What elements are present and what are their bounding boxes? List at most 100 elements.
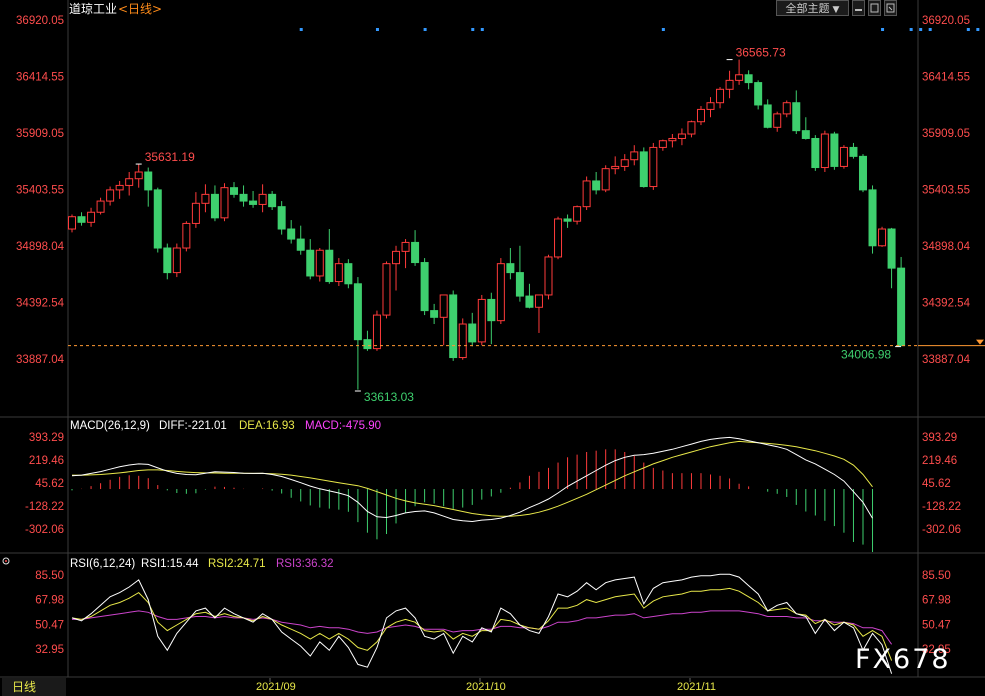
candle-body <box>163 247 172 274</box>
candle-body <box>849 146 858 157</box>
candle-body <box>230 187 239 195</box>
candle-body <box>525 295 534 308</box>
period-label[interactable]: <日线> <box>118 2 162 16</box>
macd-tick-left: -302.06 <box>25 524 64 536</box>
price-tick-right: 35909.05 <box>922 128 970 140</box>
candle-body <box>134 171 143 180</box>
period-tab[interactable]: 日线 <box>12 680 36 694</box>
candle-body <box>268 193 277 208</box>
candle-body <box>754 82 763 106</box>
candle-body <box>401 241 410 252</box>
macd-dea-line <box>71 440 873 517</box>
candle-body <box>830 133 839 167</box>
candle-body <box>744 74 753 84</box>
candle-body <box>801 130 810 139</box>
macd-legend-macd: MACD:-475.90 <box>305 420 381 432</box>
candle-body <box>601 168 610 191</box>
macd-tick-left: -128.22 <box>25 501 64 513</box>
candle-body <box>687 121 696 135</box>
price-tick-right: 33887.04 <box>922 354 971 366</box>
candle-body <box>458 323 467 359</box>
candle-body <box>735 74 744 81</box>
annotation-high: 36565.73 <box>736 46 786 60</box>
candle-body <box>706 102 715 110</box>
event-marker-dot <box>375 28 379 31</box>
candle-body <box>592 180 601 191</box>
candle-body <box>773 113 782 128</box>
x-axis-label-sep: 2021/09 <box>256 681 296 693</box>
candle-body <box>582 180 591 208</box>
candle-body <box>258 193 267 205</box>
candle-body <box>392 250 401 265</box>
candle-body <box>87 211 96 223</box>
annotation-low: 33613.03 <box>364 390 414 404</box>
candle-body <box>449 294 458 359</box>
candle-body <box>668 137 677 142</box>
rsi-legend-rsi1: RSI1:15.44 <box>141 558 199 570</box>
price-tick-right: 34392.54 <box>922 298 971 310</box>
candle-body <box>382 263 391 316</box>
event-marker-dot <box>928 28 932 31</box>
candle-body <box>878 228 887 247</box>
annotation-last: 34006.98 <box>841 348 891 362</box>
candle-body <box>792 102 801 132</box>
candle-body <box>887 228 896 269</box>
x-axis-label-oct: 2021/10 <box>466 681 506 693</box>
event-marker-dot <box>661 28 665 31</box>
candle-body <box>649 146 658 188</box>
event-marker-dot <box>480 28 484 31</box>
candle-body <box>153 189 162 249</box>
rsi-legend-rsi3: RSI3:36.32 <box>276 558 334 570</box>
event-marker-dot <box>966 28 970 31</box>
candle-body <box>420 262 429 312</box>
event-marker-dot <box>299 28 303 31</box>
candle-body <box>868 189 877 247</box>
candle-body <box>677 133 686 139</box>
candle-body <box>115 184 124 191</box>
candle-body <box>811 137 820 169</box>
candle-body <box>106 189 115 202</box>
price-tick-left: 33887.04 <box>16 354 65 366</box>
candle-body <box>439 294 448 318</box>
macd-tick-right: -302.06 <box>922 524 961 536</box>
candle-body <box>353 283 362 341</box>
rsi-tick-left: 67.98 <box>35 595 64 607</box>
event-marker-dot <box>976 28 980 31</box>
event-marker-dot <box>471 28 475 31</box>
candle-body <box>858 155 867 191</box>
macd-legend-dea: DEA:16.93 <box>239 420 295 432</box>
rsi-legend-name: RSI(6,12,24) <box>70 558 135 570</box>
macd-tick-right: 45.62 <box>922 478 951 490</box>
candle-body <box>182 222 191 249</box>
price-tick-right: 36920.05 <box>922 15 970 27</box>
candle-body <box>77 216 86 223</box>
candle-body <box>515 272 524 297</box>
candle-body <box>563 218 572 222</box>
candle-body <box>487 298 496 322</box>
macd-tick-left: 393.29 <box>29 432 64 444</box>
candle-body <box>344 263 353 285</box>
rsi-tick-left: 50.47 <box>35 619 64 631</box>
candle-body <box>782 102 791 115</box>
candle-body <box>611 165 620 170</box>
rsi-tick-right: 85.50 <box>922 570 951 582</box>
price-tick-left: 34392.54 <box>16 298 65 310</box>
price-tick-left: 34898.04 <box>16 241 65 253</box>
candle-body <box>315 249 324 277</box>
candle-body <box>897 267 906 347</box>
macd-tick-right: 219.46 <box>922 455 957 467</box>
candle-body <box>144 171 153 191</box>
candle-body <box>325 249 334 283</box>
rsi-tick-right: 67.98 <box>922 595 951 607</box>
macd-tick-right: 393.29 <box>922 432 957 444</box>
candle-body <box>372 314 381 350</box>
candle-body <box>820 133 829 169</box>
price-tick-right: 35403.55 <box>922 184 970 196</box>
price-tick-left: 35403.55 <box>16 184 64 196</box>
price-tick-left: 36920.05 <box>16 15 64 27</box>
candle-body <box>411 241 420 264</box>
candle-body <box>468 323 477 343</box>
candle-body <box>696 108 705 123</box>
candle-body <box>496 263 505 322</box>
candle-body <box>839 146 848 167</box>
